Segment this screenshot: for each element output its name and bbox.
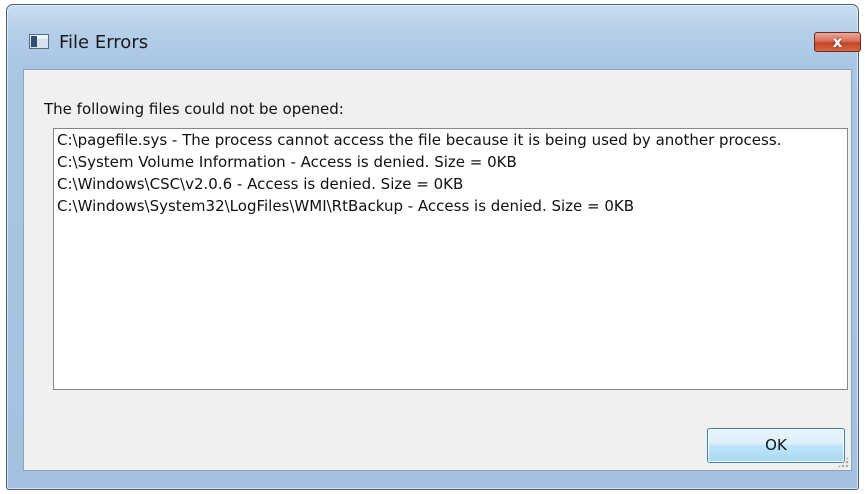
title-bar[interactable]: File Errors x (7, 5, 861, 53)
list-item[interactable]: C:\pagefile.sys - The process cannot acc… (54, 129, 847, 151)
close-button[interactable]: x (814, 32, 861, 52)
error-listbox[interactable]: C:\pagefile.sys - The process cannot acc… (53, 128, 848, 390)
dialog-content: The following files could not be opened:… (23, 69, 852, 471)
list-item[interactable]: C:\Windows\System32\LogFiles\WMI\RtBacku… (54, 195, 847, 217)
list-item[interactable]: C:\System Volume Information - Access is… (54, 151, 847, 173)
list-item[interactable]: C:\Windows\CSC\v2.0.6 - Access is denied… (54, 173, 847, 195)
file-errors-dialog: File Errors x The following files could … (6, 4, 861, 490)
window-title: File Errors (59, 32, 149, 53)
ok-button[interactable]: OK (707, 428, 845, 463)
message-label: The following files could not be opened: (44, 100, 344, 118)
window-app-icon (29, 34, 49, 49)
